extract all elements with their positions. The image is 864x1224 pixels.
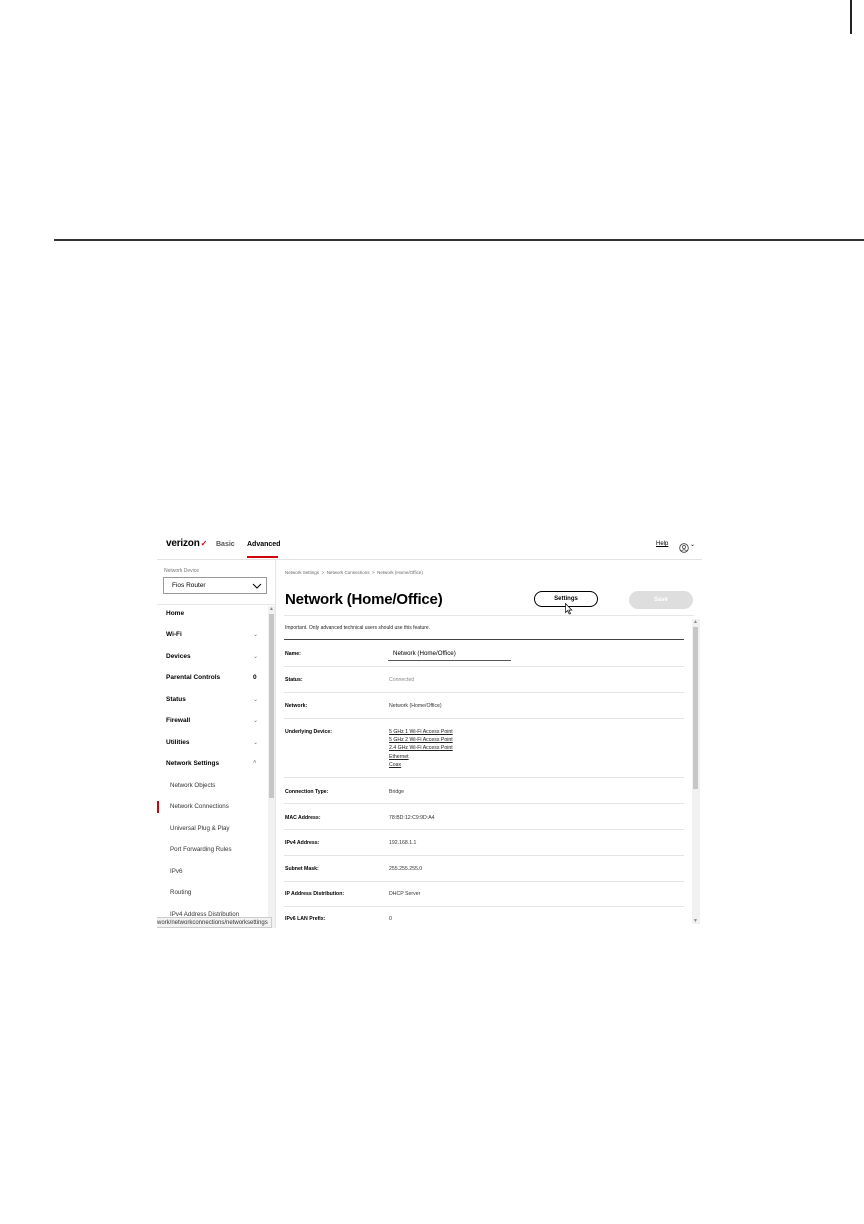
name-label: Name: <box>285 651 301 657</box>
active-tab-indicator <box>247 556 278 558</box>
sidebar-item-wifi[interactable]: Wi-Fi <box>166 631 182 638</box>
network-device-select[interactable]: Fios Router <box>163 577 267 594</box>
ipv4-address-value: 192.168.1.1 <box>389 840 417 846</box>
verizon-logo[interactable]: verizon✓ <box>166 538 207 549</box>
sidebar-item-devices[interactable]: Devices <box>166 653 191 660</box>
logo-check-icon: ✓ <box>200 539 208 548</box>
ip-distribution-label: IP Address Distribution: <box>285 891 345 897</box>
chevron-down-icon[interactable]: ⌄ <box>253 739 258 746</box>
chevron-down-icon[interactable]: ⌄ <box>253 653 258 660</box>
device-link-5ghz-2[interactable]: 5 GHz 2 Wi-Fi Access Point <box>389 737 453 743</box>
breadcrumb-separator-icon: > <box>320 570 326 575</box>
network-label: Network: <box>285 703 308 709</box>
sidebar-subitem-ipv6[interactable]: IPv6 <box>170 868 182 875</box>
sidebar-item-status[interactable]: Status <box>166 696 186 703</box>
sidebar-item-utilities[interactable]: Utilities <box>166 739 189 746</box>
scroll-up-icon[interactable]: ▲ <box>269 606 274 612</box>
chevron-down-icon[interactable]: ⌄ <box>690 541 695 548</box>
parental-controls-badge: 0 <box>253 674 257 681</box>
tab-advanced[interactable]: Advanced <box>247 541 280 548</box>
chevron-up-icon[interactable]: ˄ <box>253 760 257 766</box>
subnet-mask-label: Subnet Mask: <box>285 866 319 872</box>
ipv6-prefix-value: 0 <box>389 916 392 922</box>
row-divider <box>284 829 684 830</box>
row-divider <box>284 855 684 856</box>
mac-address-label: MAC Address: <box>285 815 321 821</box>
warning-note: Important. Only advanced technical users… <box>285 625 431 631</box>
ip-distribution-value: DHCP Server <box>389 891 421 897</box>
breadcrumb-current: Network (Home/Office) <box>377 570 423 575</box>
tab-basic[interactable]: Basic <box>216 541 235 548</box>
row-divider <box>284 777 684 778</box>
connection-type-label: Connection Type: <box>285 789 329 795</box>
ipv4-address-label: IPv4 Address: <box>285 840 320 846</box>
scroll-up-icon[interactable]: ▲ <box>693 619 698 625</box>
page-divider-horizontal <box>54 239 864 241</box>
sidebar-item-firewall[interactable]: Firewall <box>166 717 190 724</box>
sidebar-divider <box>157 604 275 605</box>
device-link-ethernet[interactable]: Ethernet <box>389 754 409 760</box>
main-scroll-thumb[interactable] <box>693 627 698 789</box>
device-link-24ghz[interactable]: 2.4 GHz Wi-Fi Access Point <box>389 745 453 751</box>
sidebar-item-network-settings[interactable]: Network Settings <box>166 760 219 767</box>
breadcrumb-network-connections[interactable]: Network Connections <box>327 570 370 575</box>
mac-address-value: 78:BD:12:C9:9D:A4 <box>389 815 435 821</box>
scroll-down-icon[interactable]: ▼ <box>693 918 698 924</box>
page-title: Network (Home/Office) <box>285 591 443 608</box>
row-divider <box>284 881 684 882</box>
router-ui-screenshot: verizon✓ Basic Advanced Help ⌄ Network D… <box>157 532 702 928</box>
logo-text: verizon <box>166 538 200 549</box>
ipv6-prefix-label: IPv6 LAN Prefix: <box>285 916 326 922</box>
network-device-value: Fios Router <box>172 582 206 589</box>
row-divider <box>284 803 684 804</box>
row-divider <box>284 906 684 907</box>
row-divider <box>284 666 684 667</box>
panel-divider <box>284 615 694 616</box>
sidebar-scrollbar[interactable]: ▲ <box>268 606 275 928</box>
active-item-indicator <box>157 801 159 813</box>
row-divider <box>284 718 684 719</box>
sidebar-subitem-network-objects[interactable]: Network Objects <box>170 782 215 789</box>
status-label: Status: <box>285 677 303 683</box>
help-link[interactable]: Help <box>656 541 668 547</box>
underlying-device-label: Underlying Device: <box>285 729 332 735</box>
chevron-down-icon[interactable]: ⌄ <box>253 631 258 638</box>
mouse-cursor-icon <box>565 603 573 615</box>
breadcrumb: Network Settings > Network Connections >… <box>285 570 423 575</box>
device-link-5ghz-1[interactable]: 5 GHz 1 Wi-Fi Access Point <box>389 729 453 735</box>
save-button[interactable]: Save <box>629 591 693 609</box>
main-scrollbar[interactable]: ▲ ▼ <box>692 619 700 924</box>
sidebar-scroll-thumb[interactable] <box>269 614 274 798</box>
breadcrumb-separator-icon: > <box>370 570 376 575</box>
chevron-down-icon[interactable]: ⌄ <box>253 696 258 703</box>
name-field[interactable] <box>388 647 511 661</box>
row-divider <box>284 692 684 693</box>
sidebar-subitem-routing[interactable]: Routing <box>170 889 191 896</box>
sidebar-subitem-network-connections[interactable]: Network Connections <box>170 803 229 810</box>
status-value: Connected <box>389 677 415 683</box>
device-link-coax[interactable]: Coax <box>389 762 401 768</box>
network-device-label: Network Device <box>164 568 200 574</box>
connection-type-value: Bridge <box>389 789 404 795</box>
network-value: Network (Home/Office) <box>389 703 442 709</box>
breadcrumb-network-settings[interactable]: Network Settings <box>285 570 319 575</box>
note-divider <box>284 639 684 640</box>
sidebar-item-parental-controls[interactable]: Parental Controls <box>166 674 220 681</box>
sidebar-subitem-port-forwarding[interactable]: Port Forwarding Rules <box>170 846 232 853</box>
sidebar: Network Device Fios Router Home Wi-Fi ⌄ … <box>157 560 276 928</box>
page-divider-vertical <box>850 0 852 34</box>
status-url-tooltip: work/networkconnections/networksettings <box>157 917 272 928</box>
top-bar: verizon✓ Basic Advanced Help ⌄ <box>157 532 702 560</box>
sidebar-subitem-upnp[interactable]: Universal Plug & Play <box>170 825 230 832</box>
sidebar-item-home[interactable]: Home <box>166 610 184 617</box>
chevron-down-icon[interactable]: ⌄ <box>253 717 258 724</box>
chevron-down-icon <box>252 583 262 589</box>
user-icon[interactable] <box>679 540 689 558</box>
subnet-mask-value: 255.255.255.0 <box>389 866 423 872</box>
